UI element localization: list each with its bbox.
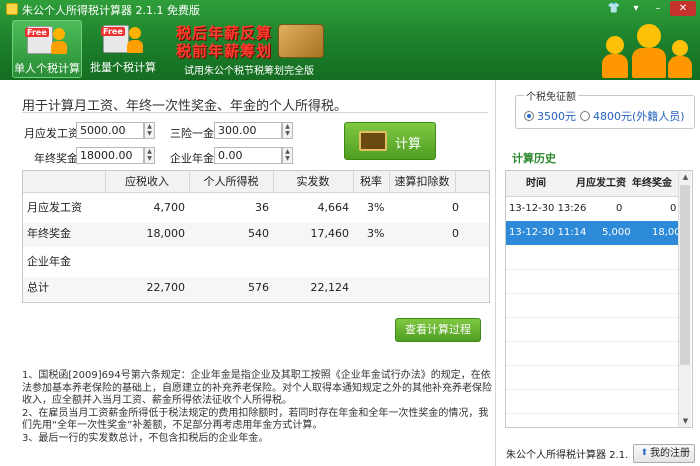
abacus-icon [359, 131, 387, 151]
row-name: 年终奖金 [27, 227, 71, 240]
annuity-label: 企业年金 [170, 152, 214, 165]
exemption-radio-4800[interactable]: 4800元(外籍人员) [580, 108, 685, 124]
table-row: 企业年金 [23, 251, 489, 275]
note-1: 1、国税函[2009]694号第六条规定：企业年金是指企业及其职工按照《企业年金… [22, 370, 492, 406]
income-tax: 576 [248, 281, 269, 294]
history-header: 时间 月应发工资 年终奖金 [506, 171, 682, 197]
col-header: 月应发工资 [576, 178, 626, 189]
net-pay: 4,664 [317, 201, 350, 214]
note-2: 2、在雇员当月工资薪金所得低于税法规定的费用扣除额时，若同时存在年金和全年一次性… [22, 407, 489, 432]
calculate-label: 计算 [395, 137, 422, 152]
income-tax: 36 [255, 201, 269, 214]
table-row: 年终奖金 18,000 540 17,460 3% 0 [23, 223, 489, 247]
register-button[interactable]: ⬆ 我的注册 [633, 444, 695, 463]
calculator-person-icon: Free [25, 24, 69, 58]
table-row: 月应发工资 4,700 36 4,664 3% 0 [23, 197, 489, 221]
insurance-label: 三险一金 [170, 127, 214, 140]
money-icon [278, 24, 324, 58]
bonus-stepper[interactable]: ▲ ▼ [144, 147, 155, 164]
taxable-income: 22,700 [146, 281, 186, 294]
insurance-input[interactable]: 300.00 [214, 122, 282, 139]
col-header: 实发数 [296, 175, 330, 188]
history-title: 计算历史 [512, 152, 556, 165]
tab-batch-calc[interactable]: Free 批量个税计算 [88, 20, 158, 78]
col-header: 税率 [360, 175, 382, 188]
result-table: 应税收入 个人所得税 实发数 税率 速算扣除数 月应发工资 4,700 36 4… [22, 170, 490, 303]
scroll-up-icon[interactable]: ▲ [679, 171, 692, 183]
tax-rate: 3% [367, 227, 385, 240]
menu-icon[interactable]: ▾ [626, 1, 646, 16]
tab-batch-label: 批量个税计算 [90, 61, 156, 74]
header-bar: 朱公个人所得税计算器 2.1.1 免费版 👕 ▾ – ✕ Free 单人个税计算… [0, 0, 700, 80]
annuity-stepper[interactable]: ▲ ▼ [282, 147, 293, 164]
note-3: 3、最后一行的实发数总计，不包含扣税后的企业年金。 [22, 432, 269, 444]
row-name: 总计 [27, 281, 49, 294]
radio-selected-icon [524, 111, 534, 121]
notes: 1、国税函[2009]694号第六条规定：企业年金是指企业及其职工按照《企业年金… [22, 370, 492, 445]
scroll-thumb[interactable] [680, 185, 690, 365]
scroll-down-icon[interactable]: ▼ [679, 415, 692, 427]
history-scrollbar[interactable]: ▲ ▼ [678, 171, 691, 427]
annuity-input[interactable]: 0.00 [214, 147, 282, 164]
salary-input[interactable]: 5000.00 [76, 122, 144, 139]
calculate-button[interactable]: 计算 [344, 122, 436, 160]
radio-unselected-icon [580, 111, 590, 121]
insurance-stepper[interactable]: ▲ ▼ [282, 122, 293, 139]
app-icon [6, 3, 18, 15]
exemption-radio-3500[interactable]: 3500元 [524, 108, 576, 124]
row-name: 月应发工资 [27, 201, 82, 214]
history-list: 时间 月应发工资 年终奖金 13-12-30 13:26 0 0 13-12-3… [505, 170, 693, 428]
footer-app-name: 朱公个人所得税计算器 2.1. [506, 450, 629, 461]
minimize-button[interactable]: – [648, 1, 668, 16]
exemption-title: 个税免征额 [524, 88, 578, 103]
table-header: 应税收入 个人所得税 实发数 税率 速算扣除数 [23, 171, 489, 193]
view-process-button[interactable]: 查看计算过程 [395, 318, 481, 342]
col-header: 年终奖金 [632, 178, 672, 189]
promo-line-2: 税前年薪筹划 [176, 42, 273, 60]
table-row: 总计 22,700 576 22,124 [23, 277, 489, 301]
bonus-label: 年终奖金 [34, 152, 78, 165]
salary-stepper[interactable]: ▲ ▼ [144, 122, 155, 139]
register-label: 我的注册 [650, 448, 690, 459]
history-row-selected[interactable]: 13-12-30 11:14 5,000 18,000 [506, 221, 687, 245]
salary-label: 月应发工资 [24, 127, 79, 140]
title-bar[interactable]: 朱公个人所得税计算器 2.1.1 免费版 👕 ▾ – ✕ [0, 0, 700, 18]
upload-icon: ⬆ [640, 448, 648, 458]
people-illustration-icon [602, 22, 692, 78]
bonus-input[interactable]: 18000.00 [76, 147, 144, 164]
col-header: 应税收入 [125, 175, 169, 188]
row-name: 企业年金 [27, 255, 71, 268]
window-controls: 👕 ▾ – ✕ [604, 1, 696, 16]
col-header: 个人所得税 [203, 175, 259, 188]
net-pay: 22,124 [310, 281, 350, 294]
window-title: 朱公个人所得税计算器 2.1.1 免费版 [22, 4, 200, 17]
quick-deduction: 0 [452, 227, 459, 240]
tab-single-calc[interactable]: Free 单人个税计算 [12, 20, 82, 78]
quick-deduction: 0 [452, 201, 459, 214]
col-header: 速算扣除数 [394, 175, 450, 188]
calculator-person-icon: Free [101, 23, 145, 57]
net-pay: 17,460 [310, 227, 350, 240]
shirt-icon[interactable]: 👕 [604, 1, 624, 16]
history-row[interactable]: 13-12-30 13:26 0 0 [506, 197, 682, 221]
tab-single-label: 单人个税计算 [14, 62, 80, 75]
taxable-income: 4,700 [153, 201, 186, 214]
taxable-income: 18,000 [146, 227, 186, 240]
income-tax: 540 [248, 227, 269, 240]
close-button[interactable]: ✕ [670, 1, 696, 16]
col-header: 时间 [526, 178, 546, 189]
promo-subtitle: 试用朱公个税节税筹划完全版 [184, 66, 314, 77]
tax-rate: 3% [367, 201, 385, 214]
divider [22, 112, 488, 113]
